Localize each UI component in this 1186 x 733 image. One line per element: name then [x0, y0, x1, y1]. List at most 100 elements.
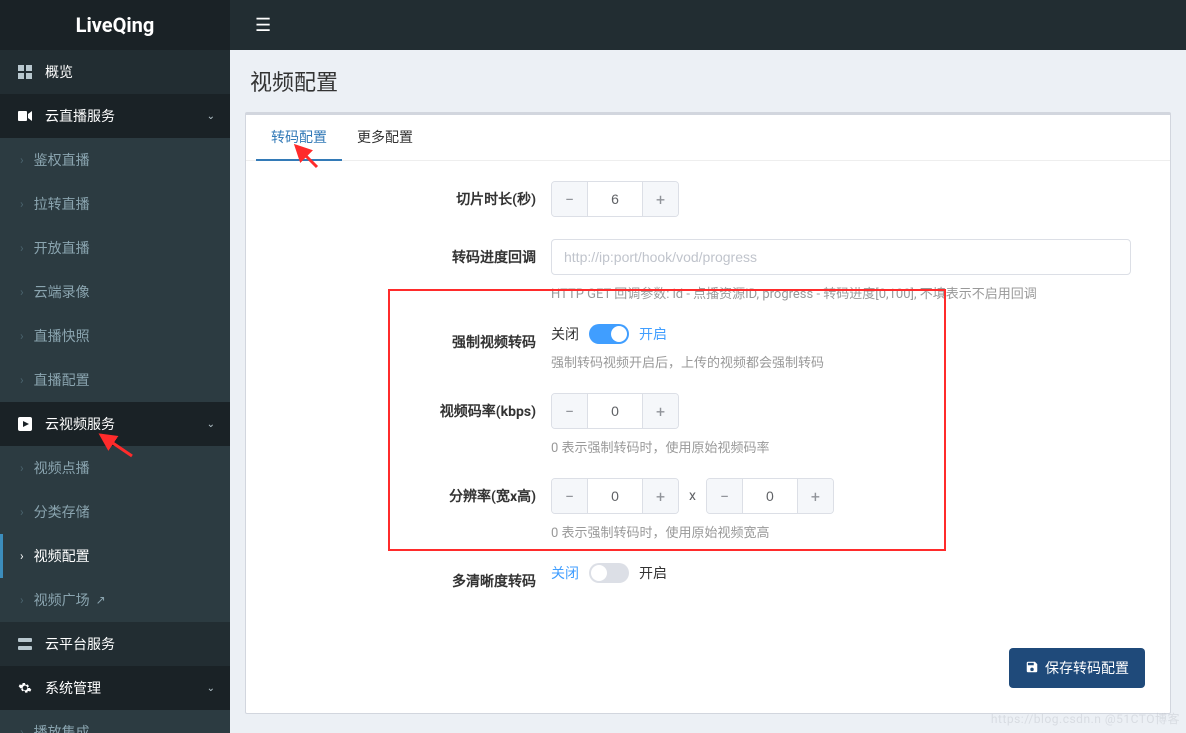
- sidebar-label: 云直播服务: [45, 106, 115, 126]
- sidebar-sub-label: 直播快照: [34, 326, 90, 346]
- sidebar-item-live-service[interactable]: 云直播服务 ⌄: [0, 94, 230, 138]
- sidebar-sub-catstore[interactable]: › 分类存储: [0, 490, 230, 534]
- slice-decrement-button[interactable]: −: [552, 182, 588, 216]
- angle-icon: ›: [20, 241, 24, 255]
- config-card: 转码配置 更多配置 切片时长(秒) − + 转码进度回调: [245, 112, 1171, 714]
- angle-icon: ›: [20, 373, 24, 387]
- multi-clarity-toggle[interactable]: [589, 563, 629, 583]
- label-resolution: 分辨率(宽x高): [271, 478, 551, 506]
- chevron-down-icon: ⌄: [207, 419, 215, 430]
- bitrate-input[interactable]: [588, 394, 642, 428]
- save-button-label: 保存转码配置: [1045, 658, 1129, 678]
- bitrate-increment-button[interactable]: +: [642, 394, 678, 428]
- angle-icon: ›: [20, 285, 24, 299]
- slice-stepper: − +: [551, 181, 679, 217]
- sidebar-sub-label: 鉴权直播: [34, 150, 90, 170]
- force-help: 强制转码视频开启后，上传的视频都会强制转码: [551, 352, 1145, 371]
- label-bitrate: 视频码率(kbps): [271, 393, 551, 421]
- angle-icon: ›: [20, 505, 24, 519]
- sidebar-sub-live-snap[interactable]: › 直播快照: [0, 314, 230, 358]
- callback-help: HTTP GET 回调参数: id - 点播资源ID, progress - 转…: [551, 283, 1145, 302]
- toggle-off-label: 关闭: [551, 563, 579, 583]
- sidebar-item-overview[interactable]: 概览: [0, 50, 230, 94]
- row-callback: 转码进度回调 HTTP GET 回调参数: id - 点播资源ID, progr…: [271, 239, 1145, 302]
- angle-icon: ›: [20, 549, 24, 563]
- slice-input[interactable]: [588, 182, 642, 216]
- sidebar-label: 云视频服务: [45, 414, 115, 434]
- tab-more[interactable]: 更多配置: [342, 115, 428, 161]
- label-callback: 转码进度回调: [271, 239, 551, 267]
- sidebar-sub-label: 开放直播: [34, 238, 90, 258]
- tab-transcode[interactable]: 转码配置: [256, 115, 342, 161]
- camera-icon: [15, 110, 35, 122]
- sidebar-sub-label: 视频广场: [34, 590, 90, 610]
- bitrate-stepper: − +: [551, 393, 679, 429]
- resolution-help: 0 表示强制转码时，使用原始视频宽高: [551, 522, 1145, 541]
- sidebar-sub-label: 拉转直播: [34, 194, 90, 214]
- sidebar-sub-label: 分类存储: [34, 502, 90, 522]
- angle-icon: ›: [20, 197, 24, 211]
- height-input[interactable]: [743, 479, 797, 513]
- row-multi-clarity: 多清晰度转码 关闭 开启: [271, 563, 1145, 591]
- sidebar-sub-auth-live[interactable]: ›鉴权直播: [0, 138, 230, 182]
- sidebar-item-platform-service[interactable]: 云平台服务: [0, 622, 230, 666]
- row-slice-duration: 切片时长(秒) − +: [271, 181, 1145, 217]
- sidebar-sub-pull-live[interactable]: › 拉转直播: [0, 182, 230, 226]
- row-force-transcode: 强制视频转码 关闭 开启 强制转码视频开启后，上传的视频都会强制转码: [271, 324, 1145, 371]
- sidebar-sub-label: 云端录像: [34, 282, 90, 302]
- gear-icon: [15, 681, 35, 695]
- angle-icon: ›: [20, 461, 24, 475]
- navbar: ☰: [230, 0, 1186, 50]
- sidebar-sub-label: 视频配置: [34, 546, 90, 566]
- sidebar-label: 系统管理: [45, 678, 101, 698]
- toggle-off-label: 关闭: [551, 324, 579, 344]
- slice-increment-button[interactable]: +: [642, 182, 678, 216]
- chevron-down-icon: ⌄: [207, 683, 215, 694]
- hamburger-icon[interactable]: ☰: [245, 15, 281, 36]
- sidebar-sub-video-config[interactable]: › 视频配置: [0, 534, 230, 578]
- content-area: 视频配置 转码配置 更多配置 切片时长(秒) − +: [230, 50, 1186, 733]
- play-icon: [15, 417, 35, 431]
- sidebar-item-video-service[interactable]: 云视频服务 ⌄: [0, 402, 230, 446]
- row-bitrate: 视频码率(kbps) − + 0 表示强制转码时，使用原始视频码率: [271, 393, 1145, 456]
- width-input[interactable]: [588, 479, 642, 513]
- angle-icon: ›: [20, 593, 24, 607]
- height-decrement-button[interactable]: −: [707, 479, 743, 513]
- tabs: 转码配置 更多配置: [246, 115, 1170, 161]
- brand-logo[interactable]: LiveQing: [0, 0, 230, 50]
- width-decrement-button[interactable]: −: [552, 479, 588, 513]
- sidebar-sub-video-square[interactable]: ›视频广场↗: [0, 578, 230, 622]
- form: 切片时长(秒) − + 转码进度回调: [246, 161, 1170, 633]
- angle-icon: ›: [20, 329, 24, 343]
- width-stepper: − +: [551, 478, 679, 514]
- sidebar-sub-label: 播放集成: [34, 722, 90, 733]
- sidebar-sub-cloud-rec[interactable]: › 云端录像: [0, 270, 230, 314]
- bitrate-help: 0 表示强制转码时，使用原始视频码率: [551, 437, 1145, 456]
- label-force: 强制视频转码: [271, 324, 551, 352]
- chevron-down-icon: ⌄: [207, 111, 215, 122]
- toggle-on-label: 开启: [639, 324, 667, 344]
- app-header: LiveQing ☰: [0, 0, 1186, 50]
- sidebar-sub-play-int[interactable]: › 播放集成: [0, 710, 230, 733]
- width-increment-button[interactable]: +: [642, 479, 678, 513]
- grid-icon: [15, 65, 35, 79]
- sidebar-item-system-mgmt[interactable]: 系统管理 ⌄: [0, 666, 230, 710]
- height-stepper: − +: [706, 478, 834, 514]
- sidebar-label: 云平台服务: [45, 634, 115, 654]
- angle-icon: ›: [20, 725, 24, 733]
- callback-input[interactable]: [551, 239, 1131, 275]
- sidebar: 概览 云直播服务 ⌄ ›鉴权直播 ›拉转直播 ›开放直播 ›云端录像 ›直播快照…: [0, 50, 230, 733]
- toggle-on-label: 开启: [639, 563, 667, 583]
- sidebar-sub-label: 直播配置: [34, 370, 90, 390]
- bitrate-decrement-button[interactable]: −: [552, 394, 588, 428]
- sidebar-label: 概览: [45, 62, 73, 82]
- sidebar-sub-live-conf[interactable]: › 直播配置: [0, 358, 230, 402]
- server-icon: [15, 637, 35, 651]
- sidebar-sub-open-live[interactable]: › 开放直播: [0, 226, 230, 270]
- button-row: 保存转码配置: [246, 633, 1170, 713]
- sidebar-sub-vod[interactable]: ›视频点播: [0, 446, 230, 490]
- label-slice: 切片时长(秒): [271, 181, 551, 209]
- height-increment-button[interactable]: +: [797, 479, 833, 513]
- save-config-button[interactable]: 保存转码配置: [1009, 648, 1145, 688]
- force-transcode-toggle[interactable]: [589, 324, 629, 344]
